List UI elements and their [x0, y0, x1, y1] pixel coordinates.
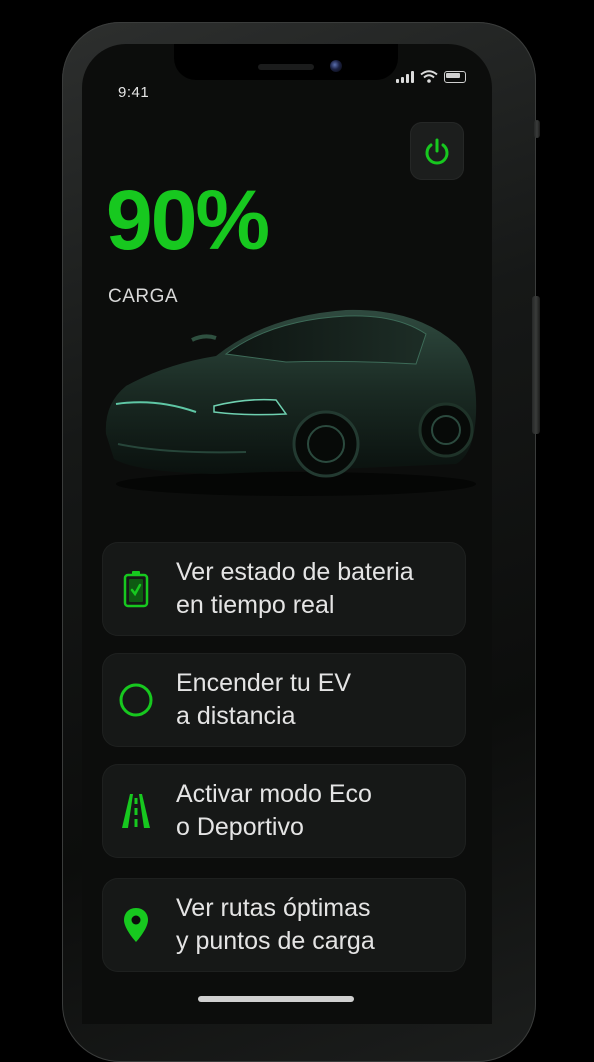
- power-button[interactable]: [410, 122, 464, 180]
- feature-label: Ver estado de bateria en tiempo real: [176, 556, 456, 622]
- feature-label: Ver rutas óptimas y puntos de carga: [176, 892, 456, 958]
- feature-remote-start[interactable]: Encender tu EV a distancia: [102, 653, 466, 747]
- feature-label: Encender tu EV a distancia: [176, 667, 456, 733]
- home-indicator[interactable]: [198, 996, 354, 1002]
- feature-battery-status[interactable]: Ver estado de bateria en tiempo real: [102, 542, 466, 636]
- feature-line1: Activar modo Eco: [176, 780, 372, 808]
- phone-side-button: [532, 296, 540, 434]
- car-image: [105, 309, 477, 496]
- circle-icon: [118, 681, 154, 719]
- feature-line2: a distancia: [176, 702, 296, 730]
- battery-status-icon: [444, 71, 466, 83]
- wifi-icon: [420, 70, 438, 83]
- feature-routes-charging[interactable]: Ver rutas óptimas y puntos de carga: [102, 878, 466, 972]
- power-icon: [425, 138, 449, 165]
- charge-percentage: 90%: [106, 173, 270, 267]
- signal-icon: [396, 71, 414, 83]
- phone-screen: 9:41 90% CARGA Ver estado de bateria en …: [82, 44, 492, 1024]
- status-icons: [396, 70, 466, 83]
- feature-line1: Encender tu EV: [176, 669, 352, 697]
- feature-label: Activar modo Eco o Deportivo: [176, 778, 456, 844]
- feature-line2: o Deportivo: [176, 813, 304, 841]
- map-pin-icon: [118, 906, 154, 944]
- speaker-grille: [258, 64, 314, 70]
- front-camera: [330, 60, 342, 72]
- phone-side-button-upper: [534, 120, 540, 138]
- feature-drive-mode[interactable]: Activar modo Eco o Deportivo: [102, 764, 466, 858]
- battery-icon: [118, 570, 154, 608]
- road-icon: [118, 792, 154, 830]
- feature-line2: en tiempo real: [176, 591, 335, 619]
- feature-line1: Ver estado de bateria: [176, 558, 414, 586]
- notch: [174, 44, 398, 80]
- status-time: 9:41: [118, 84, 150, 101]
- feature-line2: y puntos de carga: [176, 927, 375, 955]
- feature-line1: Ver rutas óptimas: [176, 894, 371, 922]
